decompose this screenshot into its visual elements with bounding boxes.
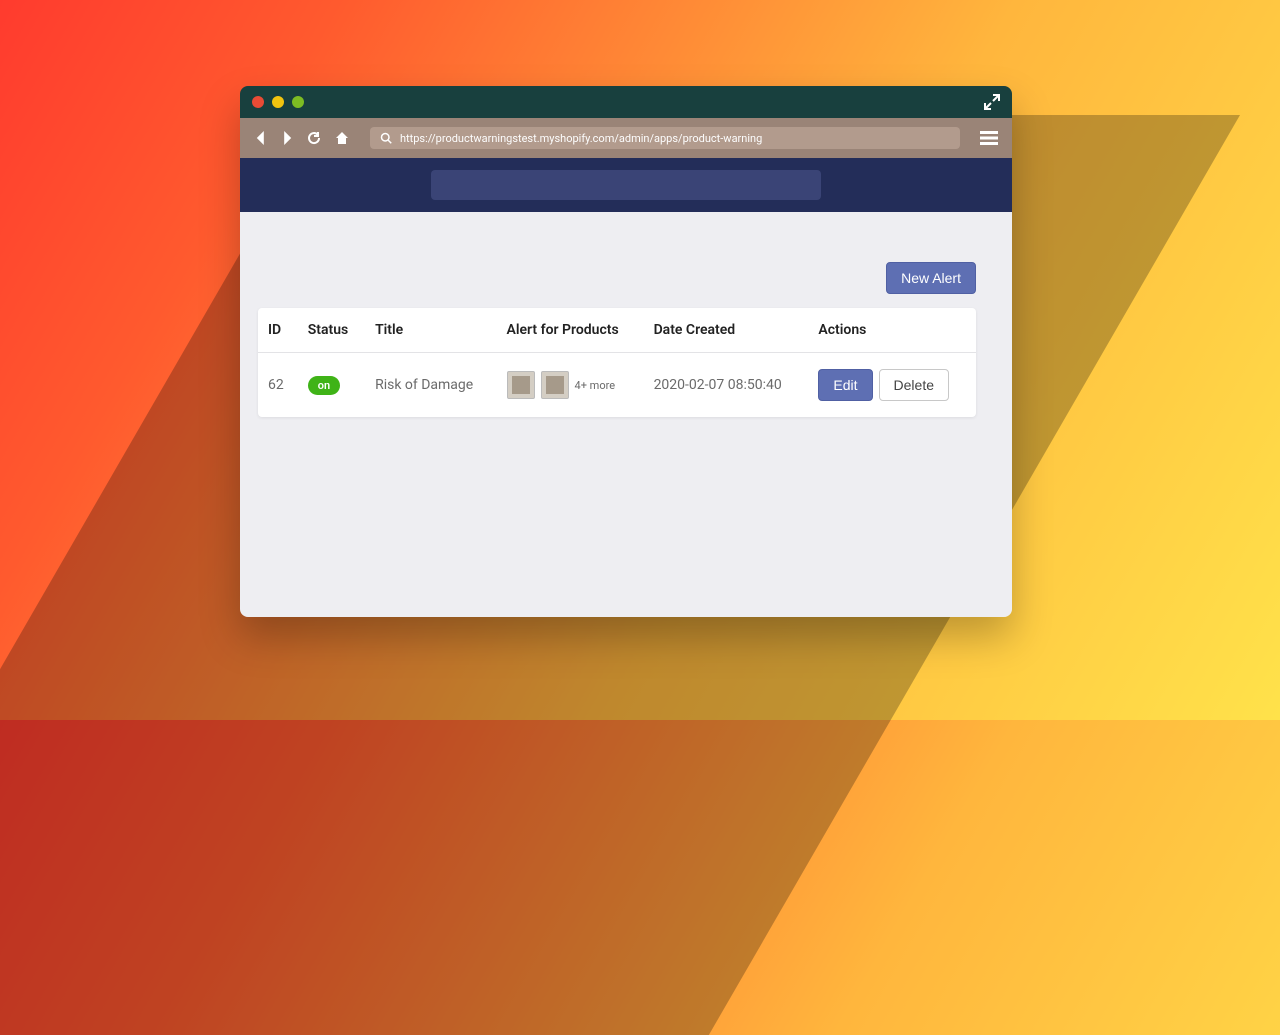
address-bar[interactable]: https://productwarningstest.myshopify.co… [370, 127, 960, 149]
app-search-input[interactable] [431, 170, 821, 200]
right-gutter [976, 262, 984, 417]
col-actions: Actions [808, 308, 976, 353]
product-thumb-icon[interactable] [507, 371, 535, 399]
home-icon[interactable] [334, 130, 350, 146]
expand-icon[interactable] [984, 94, 1000, 110]
col-status: Status [298, 308, 365, 353]
app-header [240, 158, 1012, 212]
content-area: New Alert ID Status Title Alert for Prod… [240, 212, 1012, 617]
minimize-icon[interactable] [272, 96, 284, 108]
back-icon[interactable] [254, 131, 268, 145]
cell-date: 2020-02-07 08:50:40 [644, 353, 809, 418]
close-icon[interactable] [252, 96, 264, 108]
table-row: 62 on Risk of Damage 4+ more 2 [258, 353, 976, 418]
window-titlebar [240, 86, 1012, 118]
col-date: Date Created [644, 308, 809, 353]
browser-window: https://productwarningstest.myshopify.co… [240, 86, 1012, 617]
url-text: https://productwarningstest.myshopify.co… [400, 132, 762, 145]
delete-button[interactable]: Delete [879, 369, 949, 401]
browser-toolbar: https://productwarningstest.myshopify.co… [240, 118, 1012, 158]
cell-products: 4+ more [497, 353, 644, 418]
edit-button[interactable]: Edit [818, 369, 872, 401]
col-products: Alert for Products [497, 308, 644, 353]
more-products-label[interactable]: 4+ more [575, 379, 616, 392]
cell-id: 62 [258, 353, 298, 418]
panel-action-bar: New Alert [258, 262, 976, 294]
reload-icon[interactable] [306, 130, 322, 146]
cell-actions: Edit Delete [808, 353, 976, 418]
forward-icon[interactable] [280, 131, 294, 145]
alerts-table: ID Status Title Alert for Products Date … [258, 308, 976, 417]
col-title: Title [365, 308, 496, 353]
alerts-table-card: ID Status Title Alert for Products Date … [258, 308, 976, 417]
search-icon [380, 132, 392, 144]
status-badge[interactable]: on [308, 376, 340, 395]
cell-title: Risk of Damage [365, 353, 496, 418]
cell-status: on [298, 353, 365, 418]
maximize-icon[interactable] [292, 96, 304, 108]
product-thumb-icon[interactable] [541, 371, 569, 399]
new-alert-button[interactable]: New Alert [886, 262, 976, 294]
menu-icon[interactable] [980, 129, 998, 147]
col-id: ID [258, 308, 298, 353]
